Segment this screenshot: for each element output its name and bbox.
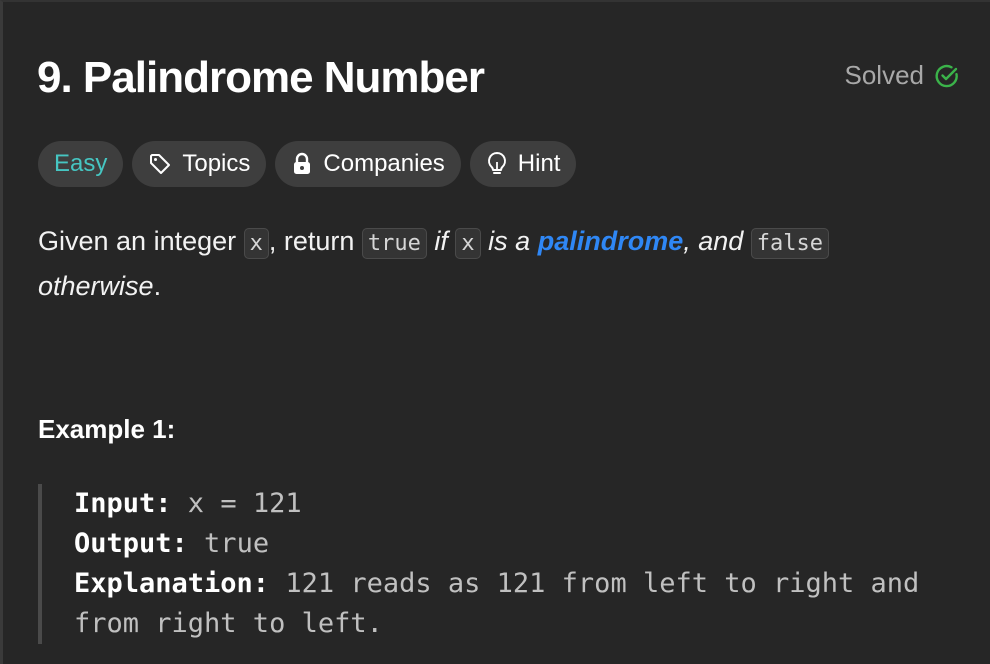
companies-label: Companies [323,150,445,177]
input-label: Input: [74,488,172,519]
desc-text: , and [683,226,751,256]
example-output-line: Output: true [74,524,968,564]
desc-text: . [153,271,162,301]
output-label: Output: [74,528,188,559]
tag-row: Easy Topics Companies Hint [38,141,577,187]
code-x: x [243,228,269,259]
difficulty-badge[interactable]: Easy [38,141,124,187]
palindrome-link[interactable]: palindrome [538,226,684,256]
example-input-line: Input: x = 121 [74,484,968,524]
explanation-label: Explanation: [74,568,270,599]
input-value: x = 121 [171,488,302,519]
difficulty-label: Easy [54,150,108,177]
topics-button[interactable]: Topics [132,141,267,187]
hint-button[interactable]: Hint [469,141,577,187]
code-x: x [455,228,481,259]
desc-text: if [426,226,456,256]
code-true: true [361,228,427,259]
desc-text: Given an integer [38,226,244,256]
output-value: true [187,528,270,559]
example-explanation-line: Explanation: 121 reads as 121 from left … [74,564,968,644]
problem-title: 9. Palindrome Number [37,53,485,102]
tag-icon [148,152,172,176]
check-circle-icon [934,63,960,89]
lock-icon [291,152,313,176]
solved-status: Solved [845,60,961,91]
example-block: Input: x = 121 Output: true Explanation:… [38,484,968,644]
desc-text: otherwise [38,271,154,301]
problem-panel: 9. Palindrome Number Solved Easy Topics [0,0,990,664]
example-title: Example 1: [38,414,176,444]
desc-text: , return [268,226,362,256]
topics-label: Topics [182,150,251,177]
hint-label: Hint [517,150,561,177]
companies-button[interactable]: Companies [275,141,461,187]
solved-label: Solved [844,60,925,90]
problem-description: Given an integer x, return true if x is … [38,220,938,307]
code-false: false [750,228,830,259]
lightbulb-icon [486,151,508,177]
desc-text: is a [480,226,538,256]
